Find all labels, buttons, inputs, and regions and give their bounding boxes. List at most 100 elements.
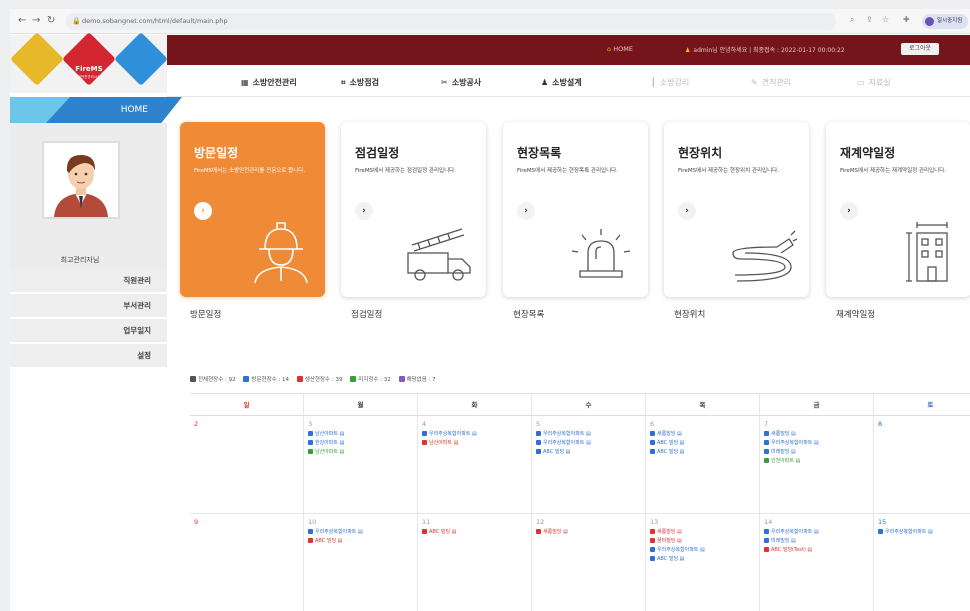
menu-label: 견적관리 — [761, 78, 792, 87]
calendar-cell[interactable]: 3 남산아파트 ▤ 한강아파트 ▤ 남산아파트 ▤ — [304, 416, 418, 514]
calendar-event[interactable]: 우리주상복합아파트 ▤ — [764, 440, 869, 446]
event-label: ABC 빌딩 ▤ — [657, 449, 685, 455]
card-label[interactable]: 현장목록 — [513, 308, 544, 320]
menu-design[interactable]: ♟ 소방설계 — [541, 77, 582, 88]
calendar-day-header: 토 — [874, 394, 970, 416]
chevron-right-icon[interactable]: › — [194, 202, 212, 220]
search-icon[interactable]: ⌕ — [850, 15, 854, 25]
home-link[interactable]: ⌂ HOME — [607, 45, 633, 53]
star-icon[interactable]: ☆ — [882, 15, 889, 24]
calendar-event[interactable]: 새롬빌딩 ▤ — [536, 529, 641, 535]
sidebar-item-settings[interactable]: 설정 — [10, 344, 167, 368]
forward-icon[interactable]: → — [32, 15, 40, 27]
calendar-event[interactable]: 새롬빌딩 ▤ — [650, 529, 755, 535]
calendar-event[interactable]: ABC 빌딩(Test) ▤ — [764, 547, 869, 553]
calendar-event[interactable]: 새롬빌딩 ▤ — [650, 431, 755, 437]
event-badge-icon — [536, 440, 541, 445]
card-desc: FireMS에서 제공하는 점검일정 관리입니다. — [355, 168, 456, 174]
calendar-event[interactable]: 우리주상복합아파트 ▤ — [650, 547, 755, 553]
calendar-event[interactable]: 우리주상복합아파트 ▤ — [308, 529, 413, 535]
calendar-date: 12 — [536, 518, 545, 526]
calendar-event[interactable]: 한강아파트 ▤ — [308, 440, 413, 446]
calendar-event[interactable]: 우리주상복합아파트 ▤ — [422, 431, 527, 437]
card-label[interactable]: 현장위치 — [674, 308, 705, 320]
card-recontract-schedule[interactable]: 재계약일정 FireMS에서 제공하는 재계약일정 관리입니다. › — [826, 122, 970, 297]
menu-supervision[interactable]: ┃ 소방감리 — [651, 77, 689, 88]
calendar-event[interactable]: 우리주상복합아파트 ▤ — [878, 529, 970, 535]
calendar-event[interactable]: 남산아파트 ▤ — [308, 431, 413, 437]
menu-fire-safety[interactable]: ▦ 소방안전관리 — [241, 77, 297, 88]
chevron-right-icon[interactable]: › — [678, 202, 696, 220]
menu-estimate[interactable]: ✎ 견적관리 — [751, 77, 791, 88]
card-visit-schedule[interactable]: 방문일정 FireMS에서는 소방안전관리를 전문으로 합니다. › — [180, 122, 325, 297]
card-site-location[interactable]: 현장위치 FireMS에서 제공하는 현장위치 관리입니다. › — [664, 122, 809, 297]
sidebar-item-staff[interactable]: 직원관리 — [10, 269, 167, 293]
logo-name: FireMS — [75, 65, 103, 73]
calendar-cell[interactable]: 11 ABC 빌딩 ▤ — [418, 514, 532, 611]
event-label: 우리주상복합아파트 ▤ — [543, 431, 591, 437]
chevron-right-icon[interactable]: › — [355, 202, 373, 220]
calendar-cell[interactable]: 2 — [190, 416, 304, 514]
sidebar-item-worklog[interactable]: 업무일지 — [10, 319, 167, 343]
event-badge-icon — [764, 547, 769, 552]
card-label[interactable]: 점검일정 — [351, 308, 382, 320]
card-label[interactable]: 방문일정 — [190, 308, 221, 320]
calendar-date: 8 — [878, 420, 883, 428]
calendar-event[interactable]: 인천아파트 ▤ — [764, 458, 869, 464]
reload-icon[interactable]: ↻ — [47, 15, 55, 27]
chevron-right-icon[interactable]: › — [517, 202, 535, 220]
calendar-event[interactable]: ABC 빌딩 ▤ — [422, 529, 527, 535]
calendar-event[interactable]: ABC 빌딩 ▤ — [650, 440, 755, 446]
calendar-cell[interactable]: 15 우리주상복합아파트 ▤ — [874, 514, 970, 611]
calendar-cell[interactable]: 14 우리주상복합아파트 ▤ 미래빌딩 ▤ ABC 빌딩(Test) ▤ — [760, 514, 874, 611]
building-icon: ▦ — [241, 78, 249, 87]
logout-button[interactable]: 로그아웃 — [901, 43, 939, 55]
calendar-cell[interactable]: 4 우리주상복합아파트 ▤ 남산아파트 ▤ — [418, 416, 532, 514]
back-icon[interactable]: ← — [18, 15, 26, 27]
calendar-event[interactable]: 우리주상복합아파트 ▤ — [764, 529, 869, 535]
calendar-event[interactable]: ABC 빌딩 ▤ — [650, 449, 755, 455]
event-label: 우리주상복합아파트 ▤ — [429, 431, 477, 437]
calendar-cell[interactable]: 9 — [190, 514, 304, 611]
home-accent — [10, 97, 70, 123]
event-label: 꿈미빌딩 ▤ — [657, 538, 682, 544]
legend-item: 방문현장수 : 14 — [243, 375, 289, 383]
calendar-cell[interactable]: 12 새롬빌딩 ▤ — [532, 514, 646, 611]
card-inspection-schedule[interactable]: 점검일정 FireMS에서 제공하는 점검일정 관리입니다. › — [341, 122, 486, 297]
calendar-event[interactable]: ABC 빌딩 ▤ — [308, 538, 413, 544]
calendar-cell[interactable]: 8 — [874, 416, 970, 514]
calendar-event[interactable]: 꿈미빌딩 ▤ — [650, 538, 755, 544]
calendar-event[interactable]: 미래빌딩 ▤ — [764, 538, 869, 544]
menu-label: 소방안전관리 — [252, 78, 297, 87]
menu-construction[interactable]: ✂ 소방공사 — [441, 77, 481, 88]
address-bar[interactable]: 🔒 demo.sobangnet.com/html/default/main.p… — [66, 13, 836, 30]
firetruck-icon — [407, 228, 471, 281]
profile-button[interactable]: 일시중지됨 — [922, 14, 968, 29]
sidebar: HOME 최고관리자님 직원관리 부서관리 업무일지 설정 — [10, 97, 182, 611]
sidebar-home[interactable]: HOME — [10, 97, 182, 123]
event-label: 우리주상복합아파트 ▤ — [543, 440, 591, 446]
calendar-cell[interactable]: 5 우리주상복합아파트 ▤ 우리주상복합아파트 ▤ ABC 빌딩 ▤ — [532, 416, 646, 514]
card-site-list[interactable]: 현장목록 FireMS에서 제공하는 현장목록 관리입니다. › — [503, 122, 648, 297]
logo[interactable]: FireMS 소방안전관리시스템 — [10, 32, 168, 93]
calendar-event[interactable]: 우리주상복합아파트 ▤ — [536, 440, 641, 446]
chevron-right-icon[interactable]: › — [840, 202, 858, 220]
share-icon[interactable]: ⇪ — [866, 15, 873, 24]
calendar-event[interactable]: ABC 빌딩 ▤ — [536, 449, 641, 455]
calendar-event[interactable]: 새롬빌딩 ▤ — [764, 431, 869, 437]
calendar-cell[interactable]: 6 새롬빌딩 ▤ ABC 빌딩 ▤ ABC 빌딩 ▤ — [646, 416, 760, 514]
calendar-event[interactable]: 남산아파트 ▤ — [422, 440, 527, 446]
sidebar-item-department[interactable]: 부서관리 — [10, 294, 167, 318]
card-label[interactable]: 재계약일정 — [836, 308, 875, 320]
menu-inspection[interactable]: ⌗ 소방점검 — [341, 77, 379, 88]
calendar-event[interactable]: 남산아파트 ▤ — [308, 449, 413, 455]
calendar-cell[interactable]: 13 새롬빌딩 ▤ 꿈미빌딩 ▤ 우리주상복합아파트 ▤ ABC 빌딩 ▤ — [646, 514, 760, 611]
extension-icon[interactable]: ✚ — [903, 15, 910, 24]
calendar-event[interactable]: 미래빌딩 ▤ — [764, 449, 869, 455]
calendar-event[interactable]: 우리주상복합아파트 ▤ — [536, 431, 641, 437]
calendar-event[interactable]: ABC 빌딩 ▤ — [650, 556, 755, 562]
menu-label: 소방점검 — [349, 78, 379, 87]
calendar-cell[interactable]: 7 새롬빌딩 ▤ 우리주상복합아파트 ▤ 미래빌딩 ▤ 인천아파트 ▤ — [760, 416, 874, 514]
calendar-cell[interactable]: 10 우리주상복합아파트 ▤ ABC 빌딩 ▤ — [304, 514, 418, 611]
menu-library[interactable]: ▭ 자료실 — [857, 77, 891, 88]
